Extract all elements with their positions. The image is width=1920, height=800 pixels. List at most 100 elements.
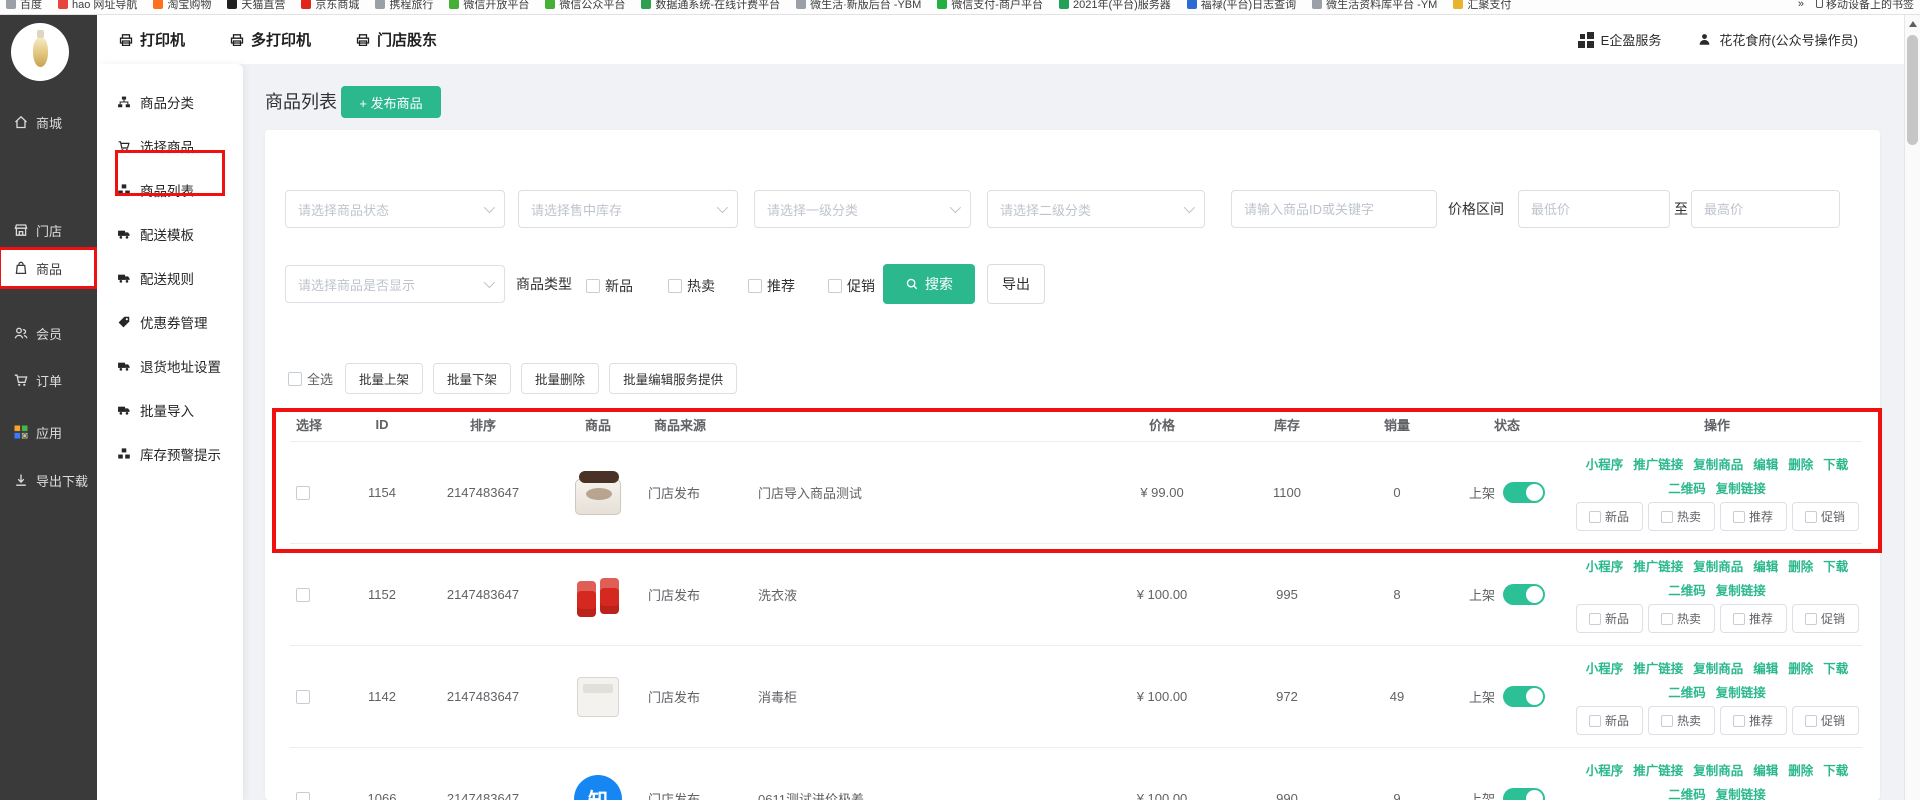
tag-hot[interactable]: 热卖 [1648, 604, 1715, 633]
status-toggle[interactable] [1503, 686, 1545, 707]
type-checkbox-hot[interactable]: 热卖 [668, 276, 715, 296]
tag-new[interactable]: 新品 [1576, 604, 1643, 633]
qrcode-link[interactable]: 二维码 [1668, 784, 1706, 800]
mini-program-link[interactable]: 小程序 [1586, 454, 1624, 473]
device-bookmarks[interactable]: 移动设备上的书签 [1816, 0, 1914, 12]
bookmark-item[interactable]: 百度 [6, 0, 42, 12]
bookmarks-overflow-chevron[interactable]: » [1798, 0, 1804, 10]
edit-link[interactable]: 编辑 [1753, 760, 1778, 779]
printer-button[interactable]: 打印机 [118, 29, 185, 50]
select-all-checkbox[interactable] [288, 372, 302, 386]
bookmark-item[interactable]: 微信公众平台 [545, 0, 625, 12]
max-price-input[interactable] [1691, 190, 1840, 228]
delete-link[interactable]: 删除 [1788, 556, 1813, 575]
menu-item-delivery-rules[interactable]: 配送规则 [97, 262, 243, 294]
copy-url-link[interactable]: 复制链接 [1716, 580, 1766, 599]
bookmark-item[interactable]: 微生活·新版后台 -YBM [796, 0, 921, 12]
edit-link[interactable]: 编辑 [1753, 658, 1778, 677]
store-shareholder-button[interactable]: 门店股东 [355, 29, 437, 50]
tag-recommend[interactable]: 推荐 [1720, 706, 1787, 735]
status-toggle[interactable] [1503, 482, 1545, 503]
type-checkbox-promo[interactable]: 促销 [828, 276, 875, 296]
sidebar-item-store[interactable]: 门店 [0, 210, 97, 250]
min-price-input[interactable] [1518, 190, 1670, 228]
download-link[interactable]: 下载 [1823, 658, 1848, 677]
sidebar-item-apps[interactable]: 应用 [0, 412, 97, 452]
search-button[interactable]: 搜索 [883, 264, 975, 304]
mini-program-link[interactable]: 小程序 [1586, 760, 1624, 779]
bookmark-item[interactable]: hao 网址导航 [58, 0, 137, 12]
menu-item-select-goods[interactable]: 选择商品 [97, 130, 243, 162]
promo-link[interactable]: 推广链接 [1633, 556, 1683, 575]
select-all[interactable]: 全选 [288, 369, 333, 388]
edit-link[interactable]: 编辑 [1753, 556, 1778, 575]
sidebar-item-goods[interactable]: 商品 [0, 248, 97, 288]
menu-item-return-address[interactable]: 退货地址设置 [97, 350, 243, 382]
bookmark-item[interactable]: 数据通系统-在线计费平台 [641, 0, 780, 12]
sidebar-item-export-download[interactable]: 导出下载 [0, 460, 97, 500]
copy-goods-link[interactable]: 复制商品 [1693, 760, 1743, 779]
sidebar-item-members[interactable]: 会员 [0, 313, 97, 353]
copy-goods-link[interactable]: 复制商品 [1693, 556, 1743, 575]
bookmark-item[interactable]: 2021年(平台)服务器 [1059, 0, 1171, 12]
select-category-level2[interactable]: 请选择二级分类 [987, 190, 1205, 228]
checkbox[interactable] [748, 279, 762, 293]
copy-url-link[interactable]: 复制链接 [1716, 478, 1766, 497]
batch-edit-service-button[interactable]: 批量编辑服务提供 [609, 363, 737, 394]
menu-item-stock-warning[interactable]: 库存预警提示 [97, 438, 243, 470]
delete-link[interactable]: 删除 [1788, 658, 1813, 677]
copy-goods-link[interactable]: 复制商品 [1693, 658, 1743, 677]
qrcode-link[interactable]: 二维码 [1668, 478, 1706, 497]
promo-link[interactable]: 推广链接 [1633, 658, 1683, 677]
scrollbar[interactable] [1904, 15, 1920, 800]
publish-goods-button[interactable]: + 发布商品 [341, 86, 441, 118]
select-stock-filter[interactable]: 请选择售中库存 [518, 190, 738, 228]
batch-on-shelf-button[interactable]: 批量上架 [345, 363, 423, 394]
delete-link[interactable]: 删除 [1788, 454, 1813, 473]
menu-item-delivery-template[interactable]: 配送模板 [97, 218, 243, 250]
tag-hot[interactable]: 热卖 [1648, 502, 1715, 531]
account-menu[interactable]: 花花食府(公众号操作员) [1697, 30, 1858, 49]
menu-item-batch-import[interactable]: 批量导入 [97, 394, 243, 426]
sidebar-item-mall[interactable]: 商城 [0, 102, 97, 142]
copy-goods-link[interactable]: 复制商品 [1693, 454, 1743, 473]
row-checkbox[interactable] [296, 690, 310, 704]
status-toggle[interactable] [1503, 584, 1545, 605]
mini-program-link[interactable]: 小程序 [1586, 556, 1624, 575]
tag-hot[interactable]: 热卖 [1648, 706, 1715, 735]
mini-program-link[interactable]: 小程序 [1586, 658, 1624, 677]
tag-recommend[interactable]: 推荐 [1720, 604, 1787, 633]
checkbox[interactable] [828, 279, 842, 293]
sidebar-item-orders[interactable]: 订单 [0, 360, 97, 400]
checkbox[interactable] [586, 279, 600, 293]
bookmark-item[interactable]: 淘宝购物 [153, 0, 211, 12]
download-link[interactable]: 下载 [1823, 556, 1848, 575]
menu-item-goods-list[interactable]: 商品列表 [97, 174, 243, 206]
qrcode-link[interactable]: 二维码 [1668, 580, 1706, 599]
type-checkbox-new[interactable]: 新品 [586, 276, 633, 296]
tag-new[interactable]: 新品 [1576, 502, 1643, 531]
tag-promo[interactable]: 促销 [1792, 502, 1859, 531]
batch-delete-button[interactable]: 批量删除 [521, 363, 599, 394]
avatar[interactable] [11, 23, 69, 81]
bookmark-item[interactable]: 携程旅行 [375, 0, 433, 12]
service-menu[interactable]: E企盈服务 [1578, 30, 1662, 49]
tag-promo[interactable]: 促销 [1792, 706, 1859, 735]
keyword-input[interactable] [1231, 190, 1437, 228]
select-goods-visible[interactable]: 请选择商品是否显示 [285, 265, 505, 303]
status-toggle[interactable] [1503, 788, 1545, 800]
multi-printer-button[interactable]: 多打印机 [229, 29, 311, 50]
menu-item-coupon-management[interactable]: 优惠券管理 [97, 306, 243, 338]
row-checkbox[interactable] [296, 792, 310, 800]
type-checkbox-recommend[interactable]: 推荐 [748, 276, 795, 296]
bookmark-item[interactable]: 天猫直营 [227, 0, 285, 12]
bookmark-item[interactable]: 汇聚支付 [1453, 0, 1511, 12]
copy-url-link[interactable]: 复制链接 [1716, 784, 1766, 800]
checkbox[interactable] [668, 279, 682, 293]
copy-url-link[interactable]: 复制链接 [1716, 682, 1766, 701]
row-checkbox[interactable] [296, 486, 310, 500]
tag-recommend[interactable]: 推荐 [1720, 502, 1787, 531]
delete-link[interactable]: 删除 [1788, 760, 1813, 779]
batch-off-shelf-button[interactable]: 批量下架 [433, 363, 511, 394]
row-checkbox[interactable] [296, 588, 310, 602]
